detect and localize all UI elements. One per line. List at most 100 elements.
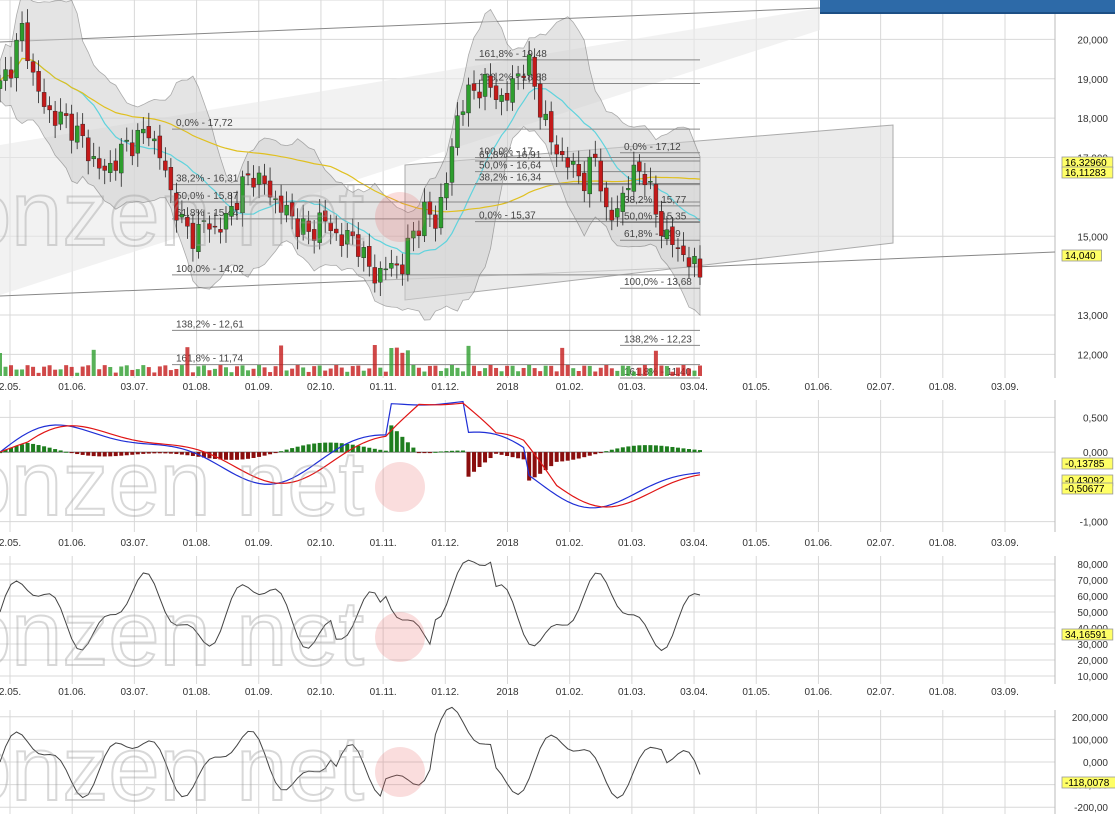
volume-bar	[620, 365, 625, 376]
volume-bar	[229, 372, 234, 376]
candle-body	[14, 39, 19, 79]
volume-bar	[521, 367, 526, 376]
candle-body	[405, 237, 411, 275]
volume-bar	[460, 371, 465, 376]
price-value-label: 14,040	[1065, 251, 1096, 262]
volume-bar	[163, 365, 168, 376]
candle-body	[598, 160, 603, 192]
x-tick-label: 03.09.	[991, 538, 1019, 549]
candle-body	[675, 247, 681, 249]
candle-body	[58, 111, 63, 125]
x-tick-label: 02.07.	[867, 382, 895, 393]
volume-bar	[279, 345, 284, 376]
macd-histogram-bar	[631, 445, 636, 453]
volume-bar	[135, 369, 140, 376]
candle-body	[554, 144, 559, 155]
x-tick-label: 01.06.	[58, 382, 86, 393]
macd-histogram-bar	[510, 452, 515, 458]
volume-bar	[130, 369, 135, 376]
candle-body	[664, 229, 670, 240]
volume-bar	[389, 347, 394, 376]
fib-level-label: 100,0% - 13,68	[624, 277, 692, 288]
macd-histogram-bar	[477, 452, 482, 468]
volume-bar	[9, 365, 14, 376]
macd-histogram-bar	[653, 445, 658, 453]
volume-bar	[3, 366, 8, 376]
macd-value-label: -0,50677	[1065, 484, 1105, 495]
macd-histogram-bar	[670, 446, 675, 453]
x-tick-label: 03.04.	[680, 538, 708, 549]
y-tick-label: 50,000	[1077, 608, 1108, 619]
volume-bar	[433, 365, 438, 376]
macd-histogram-bar	[571, 452, 576, 460]
macd-histogram-bar	[620, 447, 625, 453]
volume-bar	[604, 365, 609, 376]
candle-body	[449, 146, 455, 183]
x-tick-label: 01.09.	[245, 538, 273, 549]
candle-body	[521, 75, 526, 78]
macd-histogram-bar	[516, 452, 521, 459]
volume-bar	[675, 367, 680, 376]
x-tick-label: 01.12.	[431, 382, 459, 393]
watermark-dot	[375, 747, 425, 797]
y-tick-label: 20,000	[1077, 656, 1108, 667]
candle-body	[130, 142, 135, 157]
macd-histogram-bar	[383, 450, 388, 453]
macd-histogram-bar	[405, 442, 410, 453]
volume-bar	[207, 370, 212, 376]
candle-body	[383, 268, 389, 271]
volume-bar	[240, 365, 245, 376]
candle-body	[488, 75, 493, 88]
candle-body	[631, 164, 637, 192]
volume-bar	[146, 367, 151, 376]
macd-histogram-bar	[686, 449, 691, 453]
volume-bar	[692, 370, 697, 376]
fib-level-label: 161,8% - 19,48	[479, 49, 547, 60]
volume-bar	[301, 367, 306, 376]
fib-level-label: 0,0% - 17,72	[176, 118, 233, 129]
volume-bar	[58, 369, 63, 376]
y-tick-label: 60,000	[1077, 592, 1108, 603]
volume-bar	[257, 365, 262, 376]
x-tick-label: 03.07.	[120, 538, 148, 549]
macd-histogram-bar	[483, 452, 488, 463]
volume-bar	[0, 353, 2, 376]
volume-bar	[383, 371, 388, 376]
y-tick-label: 100,000	[1072, 735, 1109, 746]
volume-bar	[64, 365, 69, 376]
volume-bar	[152, 372, 157, 376]
volume-bar	[477, 371, 482, 376]
volume-bar	[102, 365, 107, 376]
y-tick-label: 15,000	[1077, 232, 1108, 243]
volume-bar	[80, 366, 85, 376]
watermark-logo: onzen net	[0, 162, 425, 266]
volume-bar	[405, 350, 410, 376]
volume-bar	[356, 365, 361, 376]
x-tick-label: 01.08.	[929, 382, 957, 393]
volume-bar	[681, 365, 686, 376]
top-toolbar-banner[interactable]	[820, 0, 1115, 14]
volume-bar	[488, 365, 493, 376]
volume-bar	[190, 372, 195, 376]
volume-bar	[538, 371, 543, 376]
volume-bar	[427, 365, 432, 376]
y-tick-label: 0,000	[1083, 758, 1108, 769]
candle-body	[526, 54, 532, 76]
candle-body	[152, 138, 157, 142]
macd-value-label: -0,13785	[1065, 459, 1105, 470]
watermark-dot	[375, 462, 425, 512]
macd-histogram-bar	[499, 452, 504, 455]
volume-bar	[290, 368, 295, 376]
volume-bar	[648, 368, 653, 376]
candle-body	[515, 73, 521, 77]
candle-body	[135, 129, 140, 154]
volume-bar	[345, 371, 350, 376]
candle-body	[697, 258, 703, 278]
volume-bar	[223, 367, 228, 376]
candle-body	[400, 264, 405, 275]
volume-bar	[587, 365, 592, 376]
x-tick-label: 02.07.	[867, 687, 895, 698]
volume-bar	[378, 367, 383, 376]
x-tick-label: 02.10.	[307, 687, 335, 698]
volume-bar	[438, 370, 443, 376]
